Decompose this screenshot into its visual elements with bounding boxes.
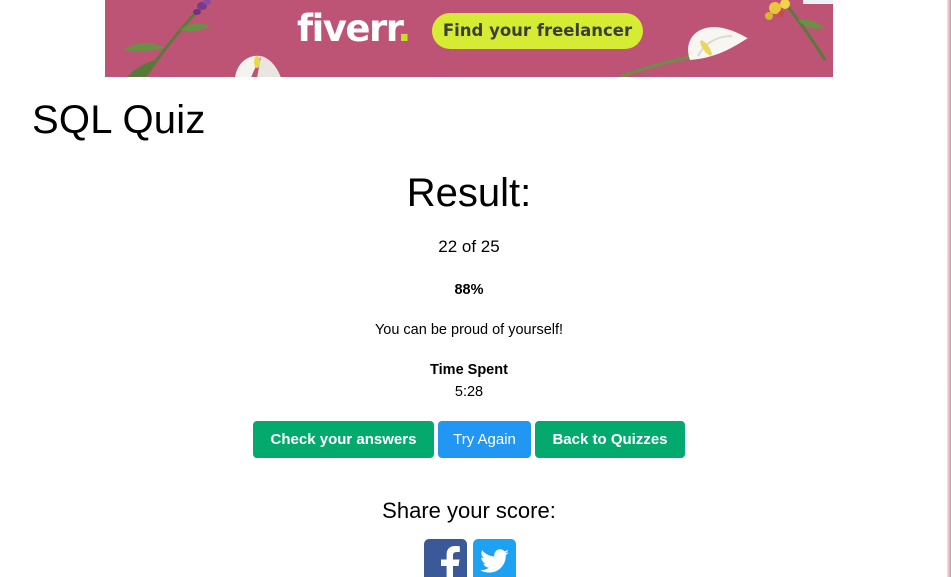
white-flower-icon (235, 55, 281, 77)
score-text: 22 of 25 (438, 237, 500, 256)
facebook-share-button[interactable] (424, 539, 467, 577)
share-heading: Share your score: (382, 498, 556, 523)
flower-decoration-icon (123, 0, 211, 77)
result-heading: Result: (406, 171, 532, 215)
page-edge (947, 0, 951, 577)
score-percent: 88% (454, 282, 484, 298)
fiverr-logo-text: fiverr (297, 7, 399, 50)
flower-decoration-icon (765, 0, 827, 61)
fiverr-logo: fiverr. (297, 6, 411, 52)
check-answers-button[interactable]: Check your answers (253, 421, 434, 458)
ad-banner[interactable]: fiverr. Find your freelancer (105, 0, 833, 77)
time-spent-value: 5:28 (454, 384, 484, 400)
result-message: You can be proud of yourself! (374, 322, 564, 338)
page-title: SQL Quiz (32, 98, 206, 142)
twitter-icon (480, 549, 509, 573)
find-freelancer-button[interactable]: Find your freelancer (432, 13, 643, 49)
try-again-button[interactable]: Try Again (438, 421, 531, 458)
fiverr-logo-dot: . (397, 7, 411, 50)
ad-choices-badge[interactable] (803, 0, 833, 4)
back-to-quizzes-button[interactable]: Back to Quizzes (535, 421, 685, 458)
page: fiverr. Find your freelancer SQL Quiz Re… (0, 0, 951, 577)
time-spent-label: Time Spent (430, 362, 508, 378)
calla-lily-icon (620, 27, 749, 77)
facebook-icon (441, 546, 460, 577)
twitter-share-button[interactable] (473, 539, 516, 577)
